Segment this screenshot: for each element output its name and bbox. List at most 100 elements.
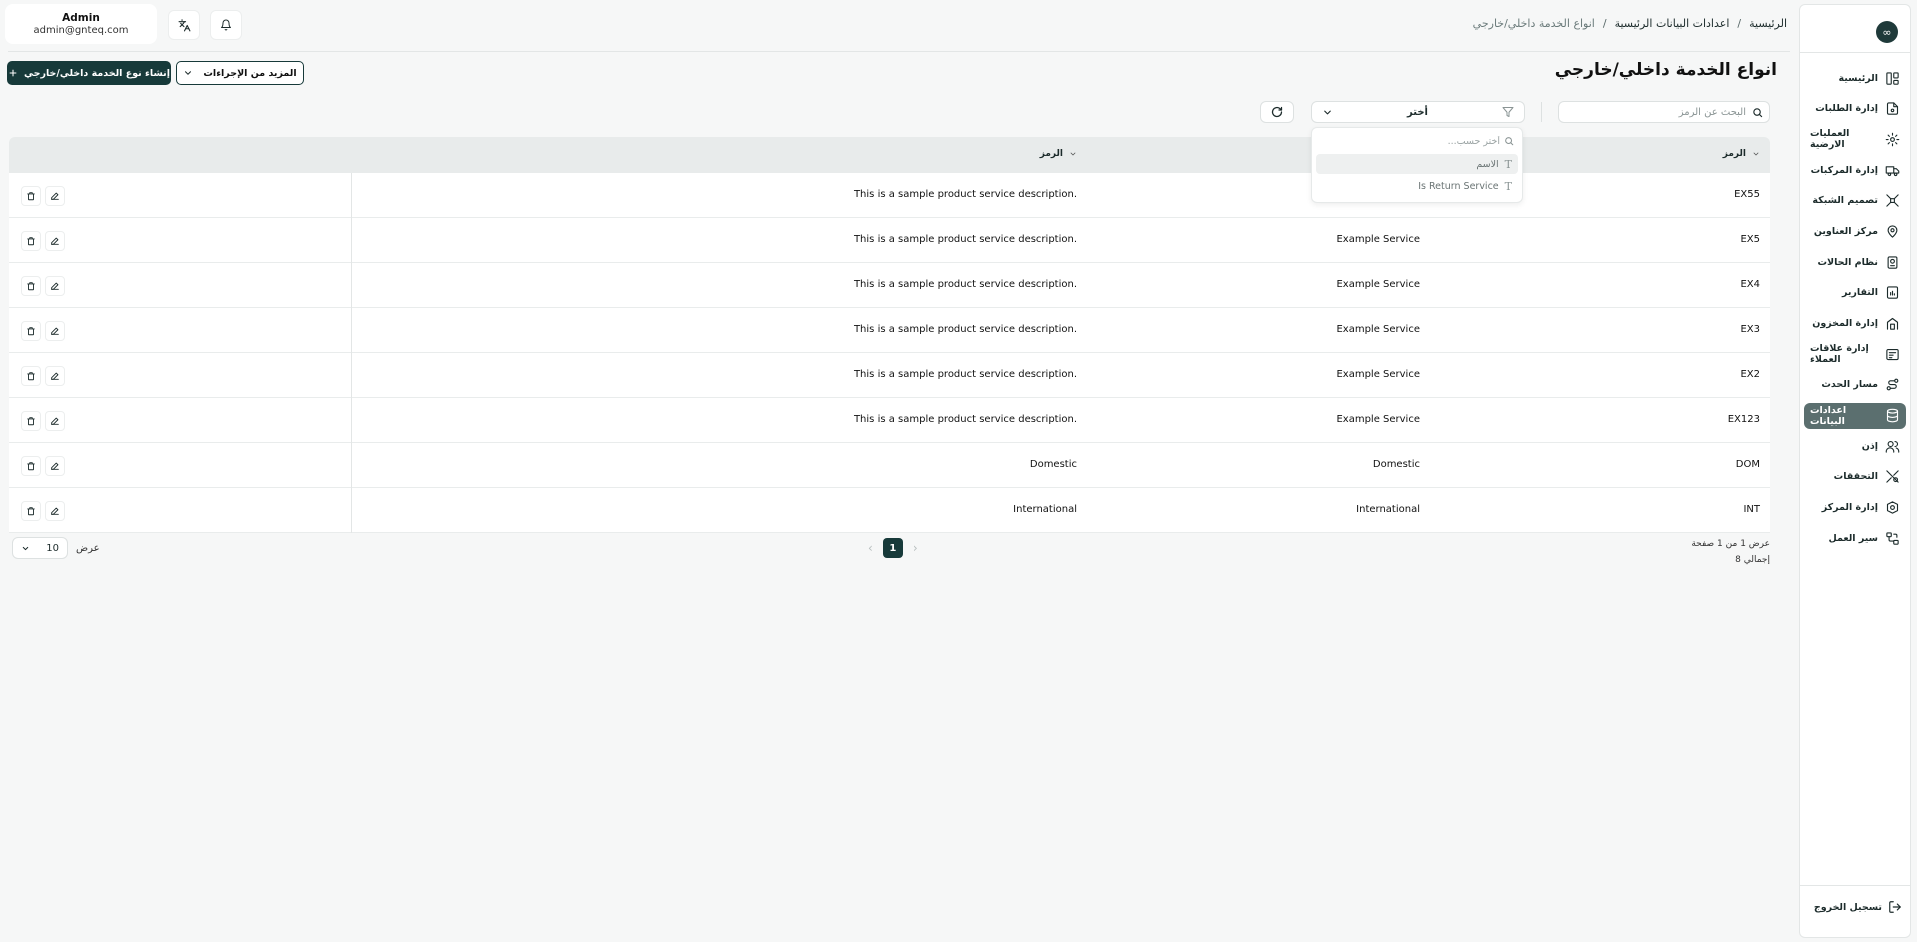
ground-ops-icon bbox=[1885, 131, 1900, 147]
delete-button[interactable] bbox=[21, 231, 41, 251]
filter-select-value: أختر bbox=[1407, 106, 1428, 118]
chevron-right-icon[interactable]: › bbox=[913, 541, 918, 555]
dropdown-option-label: Is Return Service bbox=[1418, 180, 1499, 192]
filter-select[interactable]: أختر bbox=[1311, 101, 1525, 123]
cell-description: This is a sample product service descrip… bbox=[853, 189, 1077, 200]
edit-button[interactable] bbox=[45, 231, 65, 251]
sort-chevron-icon bbox=[1069, 150, 1077, 158]
sidebar-item[interactable]: تصميم الشبكة bbox=[1804, 188, 1906, 214]
cell-code: DOM bbox=[1735, 459, 1760, 470]
bell-icon bbox=[220, 19, 232, 31]
breadcrumb-parent[interactable]: اعدادات البيانات الرئيسية bbox=[1615, 17, 1730, 30]
sidebar-divider bbox=[1800, 52, 1910, 53]
edit-button[interactable] bbox=[45, 276, 65, 296]
sidebar: ∞ الرئيسية إدارة الطلبات العمليات الارضية إ… bbox=[1799, 4, 1911, 938]
sidebar-item[interactable]: العمليات الارضية bbox=[1804, 126, 1906, 152]
sidebar-item[interactable]: التقارير bbox=[1804, 280, 1906, 306]
logout-icon bbox=[1888, 900, 1902, 914]
breadcrumb-home[interactable]: الرئيسية bbox=[1749, 17, 1787, 30]
header-divider bbox=[8, 51, 1790, 52]
cell-name: Example Service bbox=[1336, 234, 1420, 245]
search-input[interactable] bbox=[1565, 106, 1746, 118]
pencil-icon bbox=[50, 236, 60, 246]
edit-button[interactable] bbox=[45, 366, 65, 386]
column-header-code[interactable]: الرمز bbox=[1723, 149, 1760, 159]
trash-icon bbox=[26, 371, 36, 381]
notifications-button[interactable] bbox=[210, 10, 242, 40]
delete-button[interactable] bbox=[21, 321, 41, 341]
language-button[interactable] bbox=[168, 10, 200, 40]
sidebar-item[interactable]: إدارة المركز bbox=[1804, 495, 1906, 521]
sidebar-item[interactable]: إذن bbox=[1804, 433, 1906, 459]
dropdown-search bbox=[1312, 130, 1522, 152]
page-size-select[interactable]: 10 bbox=[12, 537, 68, 559]
pencil-icon bbox=[50, 461, 60, 471]
logout-button[interactable]: تسجيل الخروج bbox=[1814, 900, 1902, 914]
app-logo[interactable]: ∞ bbox=[1876, 21, 1898, 43]
orders-icon bbox=[1884, 101, 1900, 117]
sort-chevron-icon bbox=[1752, 150, 1760, 158]
trash-icon bbox=[26, 461, 36, 471]
reports-icon bbox=[1884, 285, 1900, 301]
more-actions-label: المزيد من الإجراءات bbox=[203, 67, 297, 79]
edit-button[interactable] bbox=[45, 186, 65, 206]
user-name: Admin bbox=[62, 12, 100, 24]
sidebar-item[interactable]: مسار الحدث bbox=[1804, 372, 1906, 398]
delete-button[interactable] bbox=[21, 456, 41, 476]
table-row: INT International International bbox=[9, 488, 1770, 533]
edit-button[interactable] bbox=[45, 411, 65, 431]
trash-icon bbox=[26, 416, 36, 426]
sidebar-item[interactable]: مركز العناوين bbox=[1804, 218, 1906, 244]
breadcrumb-separator: / bbox=[1737, 17, 1742, 30]
delete-button[interactable] bbox=[21, 411, 41, 431]
actions-divider bbox=[351, 443, 352, 488]
delete-button[interactable] bbox=[21, 186, 41, 206]
sidebar-item-label: إدارة المركز bbox=[1821, 502, 1878, 514]
sidebar-item-label: إدارة علاقات العملاء bbox=[1810, 343, 1869, 366]
sidebar-item[interactable]: الرئيسية bbox=[1804, 65, 1906, 91]
trash-icon bbox=[26, 326, 36, 336]
sidebar-item[interactable]: إدارة علاقات العملاء bbox=[1804, 341, 1906, 367]
dropdown-option[interactable]: T الاسم bbox=[1316, 154, 1518, 174]
sidebar-item[interactable]: التحققات bbox=[1804, 464, 1906, 490]
sidebar-item[interactable]: إدارة المخزون bbox=[1804, 311, 1906, 337]
edit-button[interactable] bbox=[45, 321, 65, 341]
sidebar-item-label: التقارير bbox=[1841, 287, 1878, 299]
sidebar-item[interactable]: إدارة الطلبات bbox=[1804, 96, 1906, 122]
column-header-desc[interactable]: الرمز bbox=[1040, 149, 1077, 159]
pencil-icon bbox=[50, 281, 60, 291]
delete-button[interactable] bbox=[21, 276, 41, 296]
cell-description: This is a sample product service descrip… bbox=[853, 279, 1077, 290]
create-service-type-button[interactable]: إنشاء نوع الخدمة داخلي/خارجي bbox=[7, 61, 171, 85]
filter-icon bbox=[1502, 106, 1514, 118]
cell-description: This is a sample product service descrip… bbox=[853, 414, 1077, 425]
dropdown-search-input[interactable] bbox=[1320, 135, 1500, 147]
cell-code: EX4 bbox=[1740, 279, 1760, 290]
truck-icon bbox=[1884, 162, 1900, 178]
actions-divider bbox=[351, 353, 352, 398]
text-type-icon: T bbox=[1504, 179, 1512, 193]
sidebar-item-label: مركز العناوين bbox=[1813, 225, 1878, 237]
pencil-icon bbox=[50, 416, 60, 426]
edit-button[interactable] bbox=[45, 501, 65, 521]
delete-button[interactable] bbox=[21, 501, 41, 521]
pagination-info: عرض 1 من 1 صفحة إجمالي 8 bbox=[1691, 536, 1770, 568]
sidebar-item[interactable]: نظام الحالات bbox=[1804, 249, 1906, 275]
chevron-left-icon[interactable]: ‹ bbox=[868, 541, 873, 555]
sidebar-item[interactable]: اعدادات البيانات bbox=[1804, 402, 1906, 429]
page-number-button[interactable]: 1 bbox=[882, 538, 903, 558]
sidebar-item[interactable]: إدارة المركبات bbox=[1804, 157, 1906, 183]
more-actions-button[interactable]: المزيد من الإجراءات bbox=[176, 61, 304, 85]
cell-code: INT bbox=[1743, 504, 1760, 515]
inventory-icon bbox=[1884, 316, 1900, 332]
actions-divider bbox=[351, 398, 352, 443]
cell-description: This is a sample product service descrip… bbox=[853, 324, 1077, 335]
sidebar-item[interactable]: سير العمل bbox=[1804, 525, 1906, 551]
search-icon bbox=[1504, 136, 1514, 146]
page-size-value: 10 bbox=[46, 542, 59, 554]
refresh-button[interactable] bbox=[1260, 101, 1294, 123]
dropdown-option[interactable]: T Is Return Service bbox=[1316, 176, 1518, 196]
edit-button[interactable] bbox=[45, 456, 65, 476]
user-menu[interactable]: Admin admin@gnteq.com bbox=[5, 4, 157, 44]
delete-button[interactable] bbox=[21, 366, 41, 386]
